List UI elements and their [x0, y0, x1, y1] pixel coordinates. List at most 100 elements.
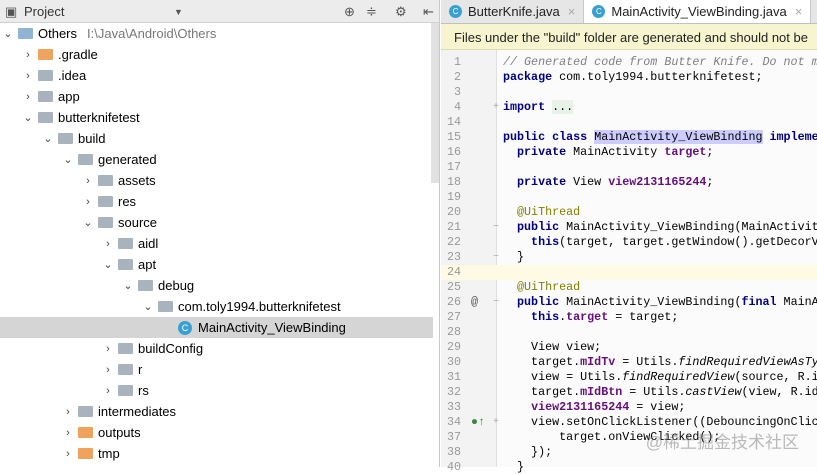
expand-arrow-icon[interactable]: ›: [20, 70, 36, 82]
expand-arrow-icon[interactable]: ›: [100, 385, 116, 397]
code-text: this(target, target.getWindow().getDecor…: [503, 235, 817, 250]
tree-item[interactable]: ⌄ source: [0, 212, 433, 233]
fold-toggle-icon[interactable]: −: [493, 220, 499, 235]
scrollbar[interactable]: [431, 23, 439, 183]
annotation-marker-icon[interactable]: @: [471, 295, 478, 310]
code-line: 16 private MainActivity target;: [441, 145, 817, 160]
fold-toggle-icon[interactable]: +: [493, 415, 499, 430]
tree-item[interactable]: › buildConfig: [0, 338, 433, 359]
tab-mainactivity-viewbinding[interactable]: C MainActivity_ViewBinding.java ×: [584, 0, 812, 23]
code-token: findRequiredView: [622, 370, 735, 384]
tree-item[interactable]: › aidl: [0, 233, 433, 254]
fold-toggle-icon[interactable]: −: [493, 250, 499, 265]
line-number: 18: [446, 175, 461, 189]
tree-item[interactable]: › r: [0, 359, 433, 380]
editor: C ButterKnife.java × C MainActivity_ViewBin…: [441, 0, 817, 474]
code-text: view = Utils.findRequiredView(source, R.…: [503, 370, 817, 385]
code-text: target.mIdTv = Utils.findRequiredViewAsT…: [503, 355, 817, 370]
tree-item[interactable]: ⌄ debug: [0, 275, 433, 296]
code-token: = Utils.: [622, 385, 686, 399]
code-token: @UiThread: [503, 280, 581, 294]
tree-item[interactable]: ⌄ Others I:\Java\Android\Others: [0, 23, 433, 44]
line-number: 27: [446, 310, 461, 324]
expand-arrow-icon[interactable]: ›: [20, 49, 36, 61]
tab-butterknife[interactable]: C ButterKnife.java ×: [441, 0, 585, 23]
folder-icon: [38, 70, 53, 81]
tree-item[interactable]: › outputs: [0, 422, 433, 443]
expand-arrow-icon[interactable]: ›: [60, 406, 76, 418]
tree-item-label: source: [118, 215, 158, 230]
code-token: ...: [552, 100, 574, 114]
tree-item[interactable]: › rs: [0, 380, 433, 401]
folder-icon: [38, 112, 53, 123]
tree-item[interactable]: › .idea: [0, 65, 433, 86]
code-line: 3: [441, 85, 817, 100]
code-line: 28: [441, 325, 817, 340]
code-text: private MainActivity target;: [503, 145, 713, 160]
code-line: 15 public class MainActivity_ViewBinding …: [441, 130, 817, 145]
expand-arrow-icon[interactable]: ⌄: [80, 216, 96, 229]
tree-item[interactable]: ⌄ build: [0, 128, 433, 149]
expand-arrow-icon[interactable]: ⌄: [140, 300, 156, 313]
tree-item[interactable]: › app: [0, 86, 433, 107]
tree-item[interactable]: › .gradle: [0, 44, 433, 65]
folder-icon: [38, 49, 53, 60]
fold-toggle-icon[interactable]: +: [493, 100, 499, 115]
expand-arrow-icon[interactable]: ›: [100, 364, 116, 376]
code-token: @UiThread: [503, 205, 581, 219]
class-icon: C: [178, 320, 192, 335]
tree-item[interactable]: › tmp: [0, 443, 433, 464]
code-token: }: [503, 460, 525, 474]
collapse-icon[interactable]: ≑: [366, 4, 377, 20]
tree-item-label: app: [58, 89, 80, 104]
expand-arrow-icon[interactable]: ⌄: [120, 279, 136, 292]
expand-arrow-icon[interactable]: ›: [80, 175, 96, 187]
code-token: target: [566, 310, 609, 324]
expand-arrow-icon[interactable]: ›: [100, 238, 116, 250]
expand-arrow-icon[interactable]: ›: [80, 196, 96, 208]
expand-arrow-icon[interactable]: ›: [60, 427, 76, 439]
tree-item-label: debug: [158, 278, 195, 293]
tree-item[interactable]: › res: [0, 191, 433, 212]
tree-item[interactable]: ⌄ butterknifetest: [0, 107, 433, 128]
tree-item[interactable]: C MainActivity_ViewBinding: [0, 317, 433, 338]
code-area[interactable]: 1 // Generated code from Butter Knife. Do…: [441, 55, 817, 475]
close-icon[interactable]: ×: [795, 4, 803, 19]
line-number: 23: [446, 250, 461, 264]
expand-arrow-icon[interactable]: ⌄: [20, 111, 36, 124]
expand-arrow-icon[interactable]: ⌄: [60, 153, 76, 166]
target-icon[interactable]: ⊕: [344, 4, 355, 20]
expand-arrow-icon[interactable]: ›: [60, 448, 76, 460]
folder-icon: [118, 343, 133, 354]
tree-item-label: .idea: [58, 68, 87, 83]
code-line: 24: [441, 265, 817, 280]
line-number: 1: [453, 55, 461, 69]
implements-marker-icon[interactable]: ●↑: [471, 415, 485, 430]
tree-item[interactable]: › intermediates: [0, 401, 433, 422]
tree-item-label: apt: [138, 257, 157, 272]
expand-arrow-icon[interactable]: ⌄: [100, 258, 116, 271]
code-line: 4 + import ...: [441, 100, 817, 115]
tree-item[interactable]: › assets: [0, 170, 433, 191]
line-number: 34: [446, 415, 461, 429]
expand-arrow-icon[interactable]: ›: [20, 91, 36, 103]
fold-toggle-icon[interactable]: −: [493, 295, 499, 310]
code-token: this: [503, 310, 560, 324]
expand-arrow-icon[interactable]: ›: [100, 343, 116, 355]
gear-icon[interactable]: ⚙: [395, 4, 407, 20]
code-text: }: [503, 250, 524, 265]
expand-arrow-icon[interactable]: ⌄: [0, 27, 16, 40]
code-token: view2131165244: [531, 400, 630, 414]
tree-item-label: res: [118, 194, 137, 209]
code-token: View: [566, 175, 609, 189]
project-view-selector[interactable]: Project: [24, 4, 64, 19]
chevron-down-icon[interactable]: ▼: [174, 7, 183, 17]
code-line: 22 this(target, target.getWindow().getDe…: [441, 235, 817, 250]
tree-item[interactable]: ⌄ generated: [0, 149, 433, 170]
expand-arrow-icon[interactable]: ⌄: [40, 132, 56, 145]
line-number: 37: [446, 430, 461, 444]
hide-icon[interactable]: ⇤: [423, 4, 434, 20]
close-icon[interactable]: ×: [568, 4, 576, 19]
tree-item[interactable]: ⌄ apt: [0, 254, 433, 275]
tree-item[interactable]: ⌄ com.toly1994.butterknifetest: [0, 296, 433, 317]
